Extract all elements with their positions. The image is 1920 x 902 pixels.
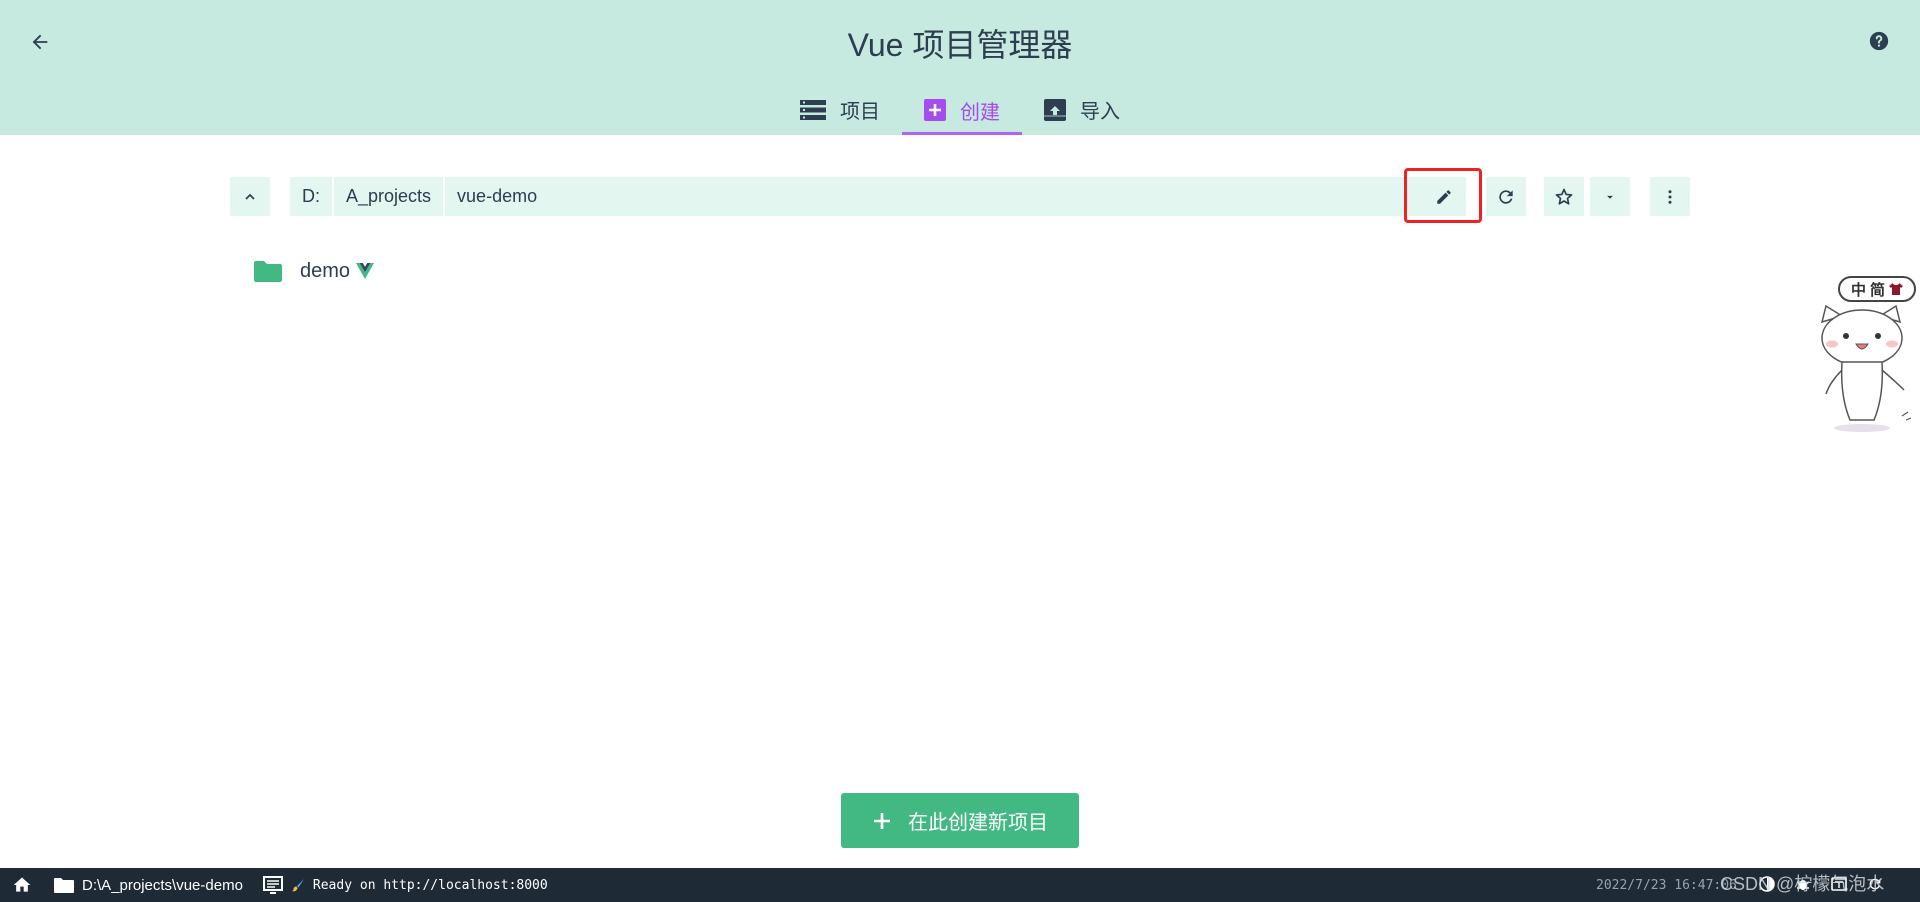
translate-button[interactable]	[1830, 875, 1848, 893]
reload-button[interactable]	[1866, 875, 1884, 893]
language-bubble[interactable]: 中 简	[1838, 276, 1916, 302]
vue-logo-icon	[356, 263, 375, 279]
page-title: Vue 项目管理器	[847, 27, 1073, 63]
refresh-button[interactable]	[1486, 177, 1526, 216]
star-outline-icon	[1555, 188, 1573, 205]
bug-report-button[interactable]	[1794, 875, 1812, 893]
folder-name: demo	[300, 259, 351, 282]
console-icon	[262, 876, 283, 894]
log-message: Ready on http://localhost:8000	[312, 877, 548, 893]
folder-item[interactable]: demo	[254, 256, 375, 286]
favorite-button[interactable]	[1544, 177, 1584, 216]
plus-icon	[874, 812, 890, 829]
tab-projects-label: 项目	[840, 101, 880, 123]
caret-down-icon	[1607, 195, 1613, 199]
translate-icon	[1831, 877, 1847, 891]
unarchive-icon	[1044, 98, 1066, 121]
status-bar: D:\A_projects\vue-demo Ready on http://l…	[0, 868, 1920, 902]
parent-folder-button[interactable]	[230, 177, 270, 216]
console-log-button[interactable]: Ready on http://localhost:8000	[262, 876, 548, 894]
lang-char-zhong: 中	[1850, 281, 1866, 299]
lang-char-jian: 简	[1870, 281, 1886, 299]
create-project-button[interactable]: 在此创建新项目	[841, 793, 1079, 848]
tab-import-label: 导入	[1080, 101, 1120, 123]
list-icon	[800, 99, 826, 120]
path-segment-current[interactable]: vue-demo	[445, 177, 1422, 216]
current-folder-button[interactable]: D:\A_projects\vue-demo	[54, 877, 243, 894]
refresh-icon	[1869, 878, 1881, 890]
path-segment-folder[interactable]: A_projects	[334, 177, 446, 216]
theme-toggle-button[interactable]	[1758, 875, 1776, 893]
pencil-icon	[1437, 189, 1451, 204]
home-button[interactable]	[10, 873, 34, 897]
path-breadcrumb: D: A_projects vue-demo	[290, 177, 1466, 216]
brush-icon	[291, 879, 304, 892]
more-options-button[interactable]	[1650, 177, 1690, 216]
folder-icon	[254, 261, 282, 282]
tab-import[interactable]: 导入	[1022, 86, 1142, 133]
tab-bar: 项目 创建 导入	[0, 86, 1920, 135]
current-folder-path: D:\A_projects\vue-demo	[82, 876, 243, 894]
more-vertical-icon	[1668, 189, 1672, 204]
edit-path-button[interactable]	[1422, 177, 1466, 216]
tab-create[interactable]: 创建	[902, 86, 1022, 135]
favorites-dropdown-button[interactable]	[1590, 177, 1630, 216]
help-icon	[1869, 31, 1889, 51]
mascot-widget[interactable]: 中 简	[1812, 274, 1920, 434]
status-bar-actions	[1758, 875, 1884, 893]
contrast-icon	[1759, 876, 1775, 892]
app-header: Vue 项目管理器 项目 创建 导入	[0, 0, 1920, 135]
add-box-icon	[924, 99, 946, 121]
log-timestamp: 2022/7/23 16:47:06	[1596, 878, 1737, 893]
chevron-up-icon	[245, 193, 255, 200]
shirt-icon	[1889, 283, 1904, 295]
tab-create-label: 创建	[960, 101, 1000, 124]
path-segment-drive[interactable]: D:	[290, 177, 334, 216]
refresh-icon	[1499, 189, 1513, 204]
tab-projects[interactable]: 项目	[778, 86, 902, 133]
help-button[interactable]	[1866, 28, 1892, 54]
bug-icon	[1796, 880, 1810, 890]
cat-mascot-icon	[1820, 304, 1912, 432]
create-project-label: 在此创建新项目	[908, 812, 1048, 834]
folder-icon	[54, 878, 74, 893]
home-icon	[13, 877, 31, 892]
